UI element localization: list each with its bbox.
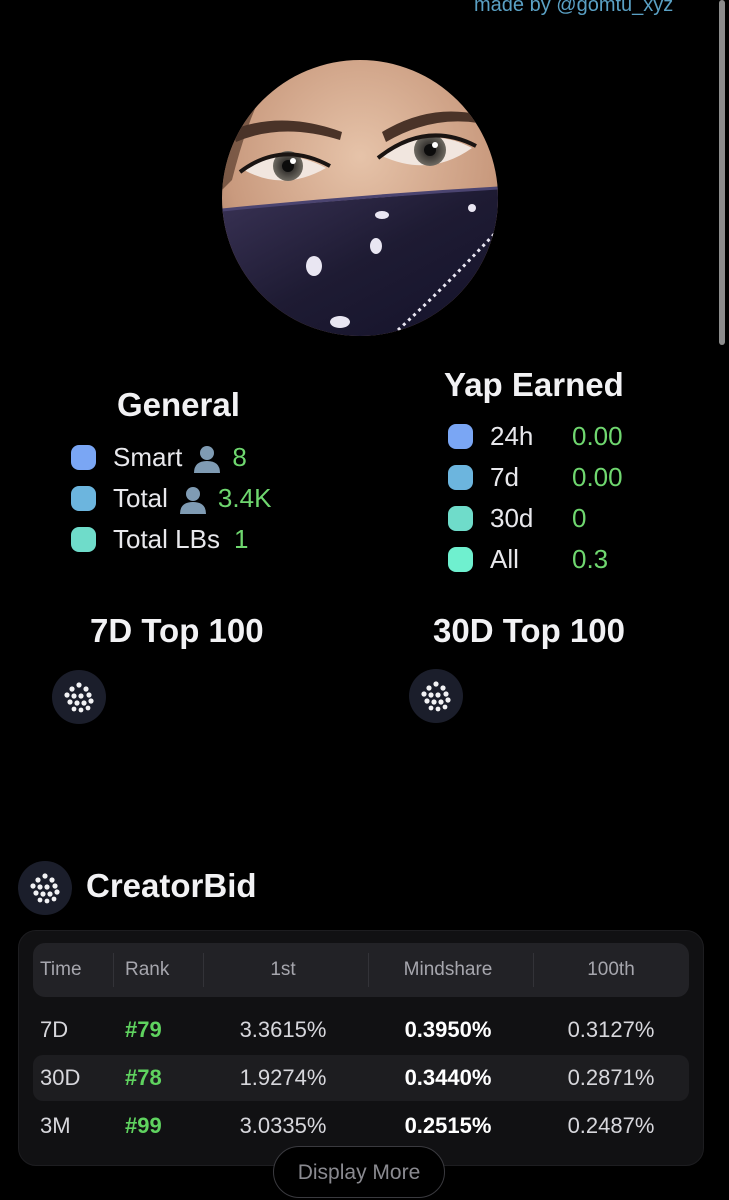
stat-label: Total <box>113 483 168 513</box>
header-rank: Rank <box>125 959 170 980</box>
header-time: Time <box>40 959 82 980</box>
top100-7d-title: 7D Top 100 <box>90 612 264 649</box>
table-row: 3M #99 3.0335% 0.2515% 0.2487% <box>33 1103 689 1149</box>
cell-hundredth: 0.2487% <box>567 1113 655 1138</box>
cell-mindshare: 0.2515% <box>404 1113 492 1138</box>
avatar <box>222 60 498 336</box>
cell-rank: #99 <box>125 1113 162 1138</box>
mindshare-table: Time Rank 1st Mindshare 100th 7D #79 3.3… <box>18 930 704 1166</box>
credit-text[interactable]: made by @gomtu_xyz <box>474 0 673 17</box>
stat-value: 0.3 <box>572 544 609 574</box>
yap-earned-title: Yap Earned <box>444 366 624 403</box>
creatorbid-logo-icon[interactable] <box>409 669 463 723</box>
header-hundredth: 100th <box>587 959 635 980</box>
stat-value: 8 <box>232 442 247 472</box>
top100-30d-title: 30D Top 100 <box>433 612 625 649</box>
cell-rank: #78 <box>125 1065 162 1090</box>
stat-label: 7d <box>490 462 519 492</box>
cell-hundredth: 0.3127% <box>567 1017 655 1042</box>
creatorbid-logo-icon[interactable] <box>52 670 106 724</box>
stat-value: 1 <box>233 524 249 554</box>
stat-label: Total LBs <box>113 524 220 554</box>
header-first: 1st <box>270 959 296 980</box>
legend-dot <box>448 506 473 531</box>
creatorbid-logo-icon <box>18 861 72 915</box>
cell-first: 1.9274% <box>239 1065 327 1090</box>
yap-row-24h: 24h 0.00 <box>448 421 623 452</box>
display-more-button[interactable]: Display More <box>273 1146 445 1198</box>
cell-hundredth: 0.2871% <box>567 1065 655 1090</box>
scrollbar[interactable] <box>719 0 725 345</box>
person-icon <box>194 445 221 473</box>
project-name: CreatorBid <box>86 867 257 904</box>
stat-label: Smart <box>113 442 183 472</box>
cell-rank: #79 <box>125 1017 162 1042</box>
yap-row-all: All 0.3 <box>448 544 608 575</box>
stat-label: All <box>490 544 519 574</box>
yap-row-7d: 7d 0.00 <box>448 462 623 493</box>
stat-label: 24h <box>490 421 534 451</box>
legend-dot <box>71 445 96 470</box>
legend-dot <box>448 547 473 572</box>
legend-dot <box>448 424 473 449</box>
general-row-smart: Smart 8 <box>71 442 247 473</box>
cell-time: 7D <box>40 1017 69 1042</box>
stat-value: 3.4K <box>217 483 272 513</box>
stat-label: 30d <box>490 503 534 533</box>
cell-first: 3.3615% <box>239 1017 327 1042</box>
legend-dot <box>71 527 96 552</box>
general-title: General <box>117 386 240 423</box>
header-mindshare: Mindshare <box>403 959 493 980</box>
cell-time: 30D <box>40 1065 81 1090</box>
table-row: 30D #78 1.9274% 0.3440% 0.2871% <box>33 1055 689 1101</box>
person-icon <box>179 486 206 514</box>
cell-time: 3M <box>40 1113 71 1138</box>
stat-value: 0.00 <box>572 421 623 451</box>
general-row-total-lbs: Total LBs 1 <box>71 524 248 555</box>
yap-row-30d: 30d 0 <box>448 503 586 534</box>
legend-dot <box>448 465 473 490</box>
table-row: 7D #79 3.3615% 0.3950% 0.3127% <box>33 1007 689 1053</box>
legend-dot <box>71 486 96 511</box>
stat-value: 0 <box>572 503 587 533</box>
general-row-total: Total 3.4K <box>71 483 271 514</box>
stat-value: 0.00 <box>572 462 623 492</box>
cell-mindshare: 0.3440% <box>404 1065 492 1090</box>
cell-mindshare: 0.3950% <box>404 1017 492 1042</box>
header-divider <box>113 953 114 987</box>
cell-first: 3.0335% <box>239 1113 327 1138</box>
table-header: Time Rank 1st Mindshare 100th <box>33 943 689 997</box>
